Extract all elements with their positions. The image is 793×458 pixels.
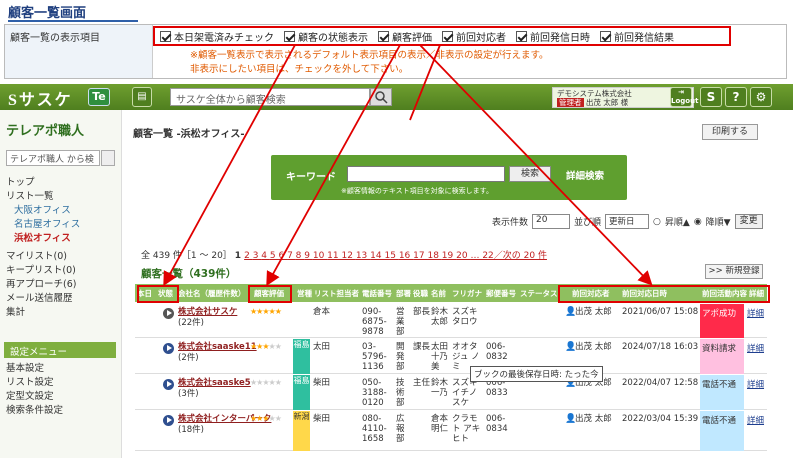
tooltip: ブックの最後保存日時: たった今 xyxy=(470,366,603,382)
annotation-arrows xyxy=(163,44,653,287)
